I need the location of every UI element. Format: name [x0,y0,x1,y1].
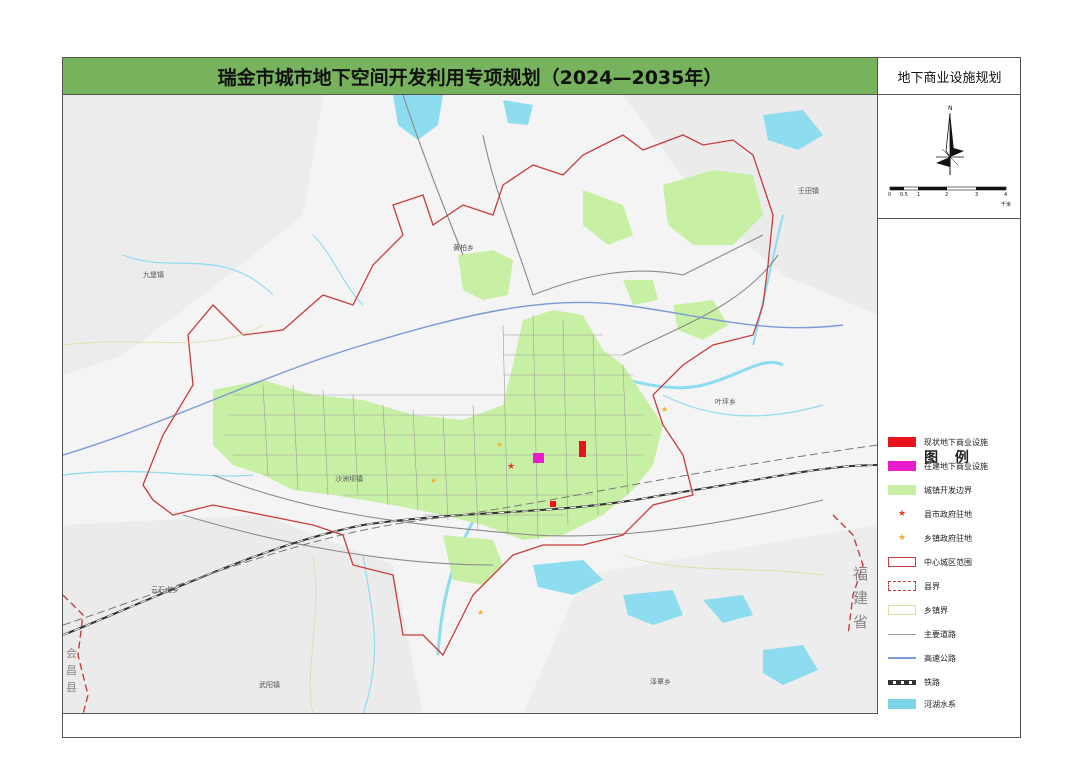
legend-label: 在建地下商业设施 [924,461,988,471]
map-label-shazhouba: 沙洲坝镇 [335,475,363,483]
star-icon: ★ [897,533,907,543]
map-subtitle: 地下商业设施规划 [878,58,1021,95]
legend-label: 乡镇政府驻地 [924,533,972,543]
legend-label: 铁路 [924,677,940,687]
map-label-jiubao: 九堡镇 [143,271,164,279]
map-sheet: 瑞金市城市地下空间开发利用专项规划（2024—2035年） 地下商业设施规划 ★… [62,57,1021,738]
township-government-seat: ★ [496,440,503,449]
legend-swatch [888,679,916,685]
legend-swatch [888,461,916,471]
scale-bar [889,186,1007,191]
scale-tick: 2 [945,192,949,198]
scale-tick: 4 [1004,192,1008,198]
legend-swatch [888,605,916,615]
map-svg: ★ ★ ★ ★ ★ [63,95,877,713]
map-canvas[interactable]: ★ ★ ★ ★ ★ 九堡镇 黄柏乡 壬田镇 叶坪乡 沙洲坝镇 云石山乡 泽覃乡 … [63,95,878,714]
map-label-huangbai: 黄柏乡 [453,244,474,252]
legend-swatch [888,557,916,567]
under-construction-underground-commercial [533,453,544,463]
legend-swatch [888,699,916,709]
map-label-yunshishan: 云石山乡 [151,586,179,594]
existing-underground-commercial [550,501,556,507]
legend-label: 县界 [924,581,940,591]
legend-label: 主要道路 [924,629,956,639]
legend-item-expressway: 高速公路 [888,651,956,665]
north-arrow-icon [936,112,964,175]
north-label: N [948,105,953,112]
north-arrow-scale-box: N 0 0.5 1 2 3 4 千米 [878,95,1021,219]
legend-item-county-boundary: 县界 [888,579,940,593]
legend-item-township-seat: ★ 乡镇政府驻地 [888,531,972,545]
legend-item-development-boundary: 城镇开发边界 [888,483,972,497]
legend-label: 现状地下商业设施 [924,437,988,447]
legend-item-existing-commercial: 现状地下商业设施 [888,435,988,449]
legend-item-water: 河湖水系 [888,697,956,711]
map-label-zeqiao: 泽覃乡 [650,678,671,686]
township-government-seat: ★ [430,476,437,485]
county-government-seat: ★ [507,462,515,472]
legend-label: 县市政府驻地 [924,509,972,519]
bottom-strip [63,714,1021,738]
legend-item-central-urban: 中心城区范围 [888,555,972,569]
page-title: 瑞金市城市地下空间开发利用专项规划（2024—2035年） [217,66,723,89]
map-label-yeping: 叶坪乡 [715,398,736,406]
legend-swatch [888,581,916,591]
legend-label: 中心城区范围 [924,557,972,567]
legend-item-railway: 铁路 [888,675,940,689]
legend-item-county-seat: ★ 县市政府驻地 [888,507,972,521]
legend-swatch [888,437,916,447]
legend-item-township-boundary: 乡镇界 [888,603,948,617]
legend-label: 城镇开发边界 [924,485,972,495]
legend-swatch [888,633,916,635]
legend-swatch [888,657,916,659]
legend-label: 高速公路 [924,653,956,663]
subtitle-text: 地下商业设施规划 [897,70,1002,86]
map-label-wuyang: 武阳镇 [259,681,280,689]
township-government-seat: ★ [477,608,484,617]
legend-panel: N 0 0.5 1 2 3 4 千米 图 例 现状地下商业设施 在建地下商业设施… [878,95,1021,714]
star-icon: ★ [897,509,907,519]
scale-tick: 0 [888,192,892,198]
legend-item-main-road: 主要道路 [888,627,956,641]
map-label-huichang: 会昌县 [66,647,77,694]
map-label-shatian: 壬田镇 [798,187,819,195]
scale-tick: 0.5 [900,192,908,198]
scale-tick: 3 [975,192,979,198]
map-label-fujian: 福建省 [853,565,869,631]
scale-tick-labels: 0 0.5 1 2 3 4 [878,192,1021,202]
title-bar: 瑞金市城市地下空间开发利用专项规划（2024—2035年） [63,58,878,95]
legend-item-construction-commercial: 在建地下商业设施 [888,459,988,473]
existing-underground-commercial [579,441,586,457]
scale-unit: 千米 [1001,202,1012,208]
scale-tick: 1 [917,192,921,198]
legend-label: 河湖水系 [924,699,956,709]
legend-swatch [888,485,916,495]
township-government-seat: ★ [661,405,668,414]
legend-label: 乡镇界 [924,605,948,615]
